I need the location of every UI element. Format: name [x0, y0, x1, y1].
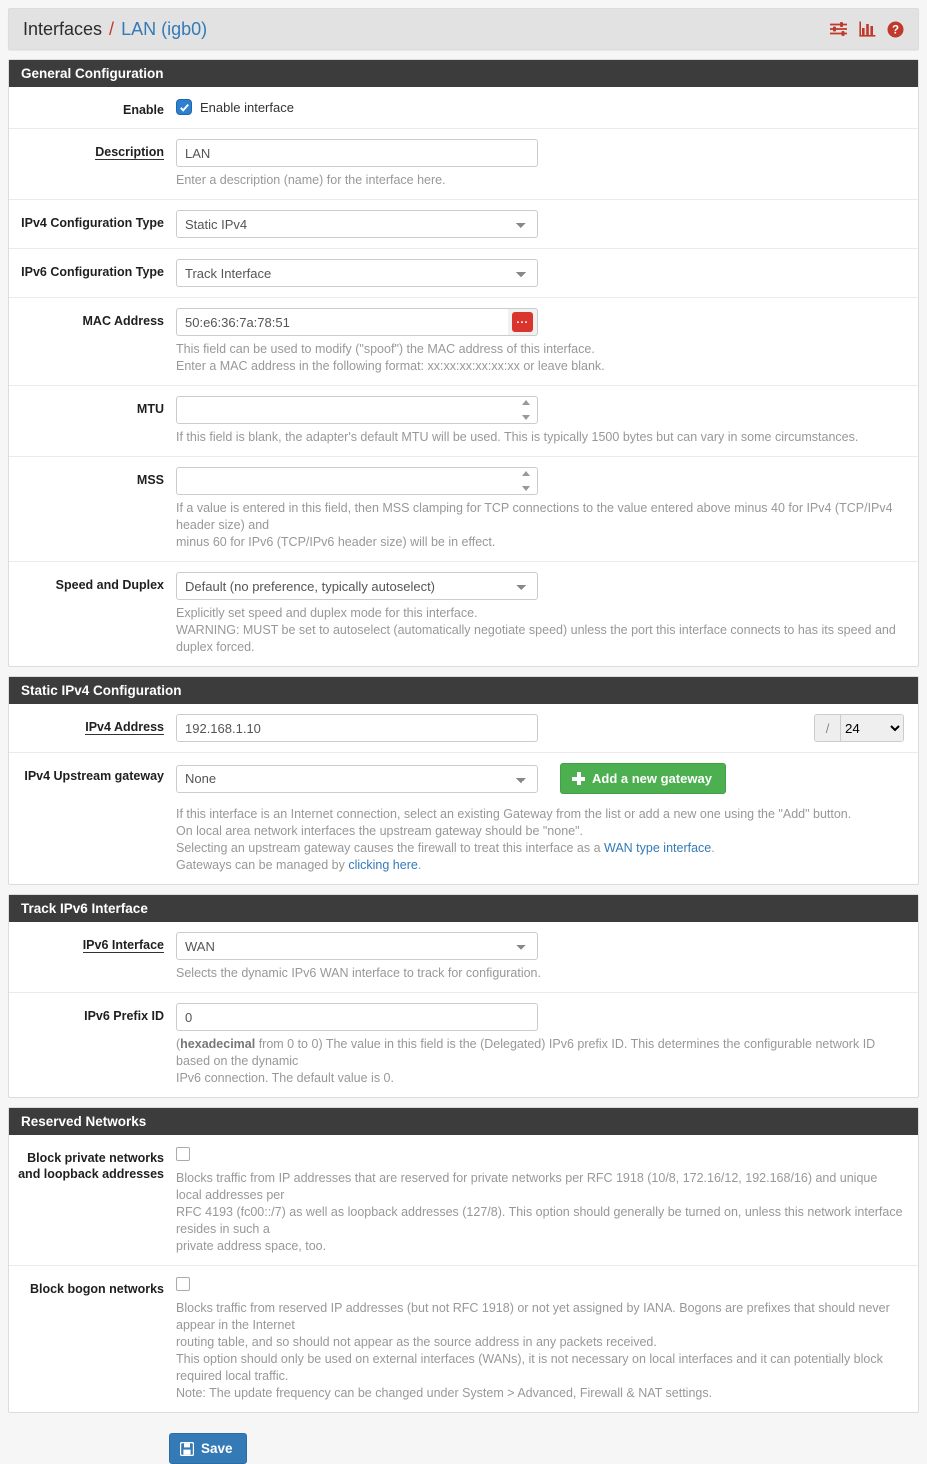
block-private-networks-label: Block private networks and loopback addr… [18, 1151, 164, 1181]
header-icon-group: ? [829, 21, 904, 38]
static-ipv4-panel: Static IPv4 Configuration IPv4 Address /… [8, 676, 919, 885]
speed-duplex-select[interactable]: Default (no preference, typically autose… [176, 572, 538, 600]
row-mtu: MTU If this field is blank, the adapter'… [9, 386, 918, 457]
enable-interface-checkbox[interactable] [176, 99, 192, 115]
mtu-stepper[interactable] [520, 400, 531, 420]
mtu-label: MTU [136, 402, 164, 416]
form-actions: Save [169, 1433, 927, 1464]
ipv4-cidr-select[interactable]: 24 [841, 715, 903, 741]
ipv4-upstream-gateway-select[interactable]: None [176, 764, 538, 793]
block-bogon-networks-label: Block bogon networks [29, 1281, 164, 1296]
ipv4-cidr-group: / 24 [814, 714, 904, 742]
cidr-prefix-symbol: / [815, 715, 841, 741]
row-ipv6-interface: IPv6 Interface WAN Selects the dynamic I… [9, 922, 918, 993]
breadcrumb-root: Interfaces [23, 18, 103, 39]
ipv6-interface-help: Selects the dynamic IPv6 WAN interface t… [176, 966, 541, 980]
reserved-networks-panel: Reserved Networks Block private networks… [8, 1107, 919, 1414]
mac-address-help: This field can be used to modify ("spoof… [176, 342, 605, 373]
speed-duplex-help: Explicitly set speed and duplex mode for… [176, 606, 896, 654]
save-button-label: Save [201, 1441, 233, 1457]
breadcrumb-separator: / [109, 18, 115, 39]
row-mac-address: MAC Address ... This field can be used t… [9, 298, 918, 386]
description-input[interactable] [176, 139, 538, 167]
ipv4-upstream-gateway-label: IPv4 Upstream gateway [24, 769, 164, 783]
mtu-help: If this field is blank, the adapter's de… [176, 430, 859, 444]
add-new-gateway-button[interactable]: Add a new gateway [560, 763, 726, 794]
row-mss: MSS If a value is entered in this field,… [9, 457, 918, 562]
row-block-bogon-networks: Block bogon networks Blocks traffic from… [9, 1266, 918, 1413]
track-ipv6-heading: Track IPv6 Interface [9, 895, 918, 922]
track-ipv6-panel: Track IPv6 Interface IPv6 Interface WAN … [8, 894, 919, 1098]
ipv6-config-type-label: IPv6 Configuration Type [21, 265, 164, 279]
ipv6-interface-label: IPv6 Interface [82, 938, 164, 953]
mss-label: MSS [136, 473, 164, 487]
enable-label: Enable [123, 103, 164, 117]
speed-duplex-label: Speed and Duplex [55, 578, 164, 592]
reserved-networks-heading: Reserved Networks [9, 1108, 918, 1135]
ipv4-config-type-label: IPv4 Configuration Type [21, 216, 164, 230]
static-ipv4-heading: Static IPv4 Configuration [9, 677, 918, 704]
chart-icon[interactable] [859, 21, 876, 37]
mac-address-label: MAC Address [82, 314, 165, 328]
help-icon[interactable]: ? [887, 21, 904, 38]
ipv6-config-type-select[interactable]: Track Interface [176, 259, 538, 287]
row-ipv6-config-type: IPv6 Configuration Type Track Interface [9, 249, 918, 298]
row-enable: Enable Enable interface [9, 87, 918, 129]
wan-type-interface-link[interactable]: WAN type interface [604, 841, 711, 855]
mac-address-input[interactable] [176, 308, 508, 336]
mac-address-copy-button[interactable]: ... [508, 308, 538, 336]
plus-icon [572, 772, 585, 785]
enable-interface-label[interactable]: Enable interface [200, 100, 294, 115]
mtu-input[interactable] [176, 396, 538, 424]
block-bogon-networks-help: Blocks traffic from reserved IP addresse… [176, 1301, 890, 1401]
description-label: Description [95, 145, 164, 160]
mss-help: If a value is entered in this field, the… [176, 501, 893, 549]
ipv4-config-type-select[interactable]: Static IPv4 [176, 210, 538, 238]
ipv6-prefix-id-input[interactable] [176, 1003, 538, 1031]
mss-stepper[interactable] [520, 471, 531, 491]
add-new-gateway-label: Add a new gateway [592, 771, 712, 786]
row-ipv4-config-type: IPv4 Configuration Type Static IPv4 [9, 200, 918, 249]
block-bogon-networks-checkbox[interactable] [176, 1277, 190, 1292]
save-button[interactable]: Save [169, 1433, 247, 1464]
ipv4-upstream-gateway-help: If this interface is an Internet connect… [176, 807, 852, 872]
block-private-networks-help: Blocks traffic from IP addresses that ar… [176, 1170, 903, 1253]
row-description: Description Enter a description (name) f… [9, 129, 918, 200]
mss-input[interactable] [176, 467, 538, 495]
row-speed-duplex: Speed and Duplex Default (no preference,… [9, 562, 918, 666]
row-ipv4-upstream-gateway: IPv4 Upstream gateway None Add a new gat… [9, 753, 918, 884]
svg-text:?: ? [892, 24, 899, 36]
ipv6-prefix-id-help: (hexadecimal from 0 to 0) The value in t… [176, 1037, 876, 1085]
breadcrumb: Interfaces / LAN (igb0) ? [8, 8, 919, 50]
ipv6-interface-select[interactable]: WAN [176, 932, 538, 960]
ellipsis-icon: ... [512, 312, 533, 332]
row-ipv4-address: IPv4 Address / 24 [9, 704, 918, 753]
sliders-icon[interactable] [829, 21, 848, 37]
block-private-networks-checkbox[interactable] [176, 1146, 190, 1161]
row-block-private-networks: Block private networks and loopback addr… [9, 1135, 918, 1266]
breadcrumb-current-link[interactable]: LAN (igb0) [121, 19, 207, 40]
manage-gateways-link[interactable]: clicking here [348, 858, 417, 872]
row-ipv6-prefix-id: IPv6 Prefix ID (hexadecimal from 0 to 0)… [9, 993, 918, 1097]
ipv6-prefix-id-label: IPv6 Prefix ID [84, 1009, 164, 1023]
general-configuration-panel: General Configuration Enable Enable inte… [8, 59, 919, 667]
description-help: Enter a description (name) for the inter… [176, 173, 446, 187]
general-configuration-heading: General Configuration [9, 60, 918, 87]
ipv4-address-label: IPv4 Address [85, 720, 164, 735]
ipv4-address-input[interactable] [176, 714, 538, 742]
save-icon [180, 1441, 194, 1456]
